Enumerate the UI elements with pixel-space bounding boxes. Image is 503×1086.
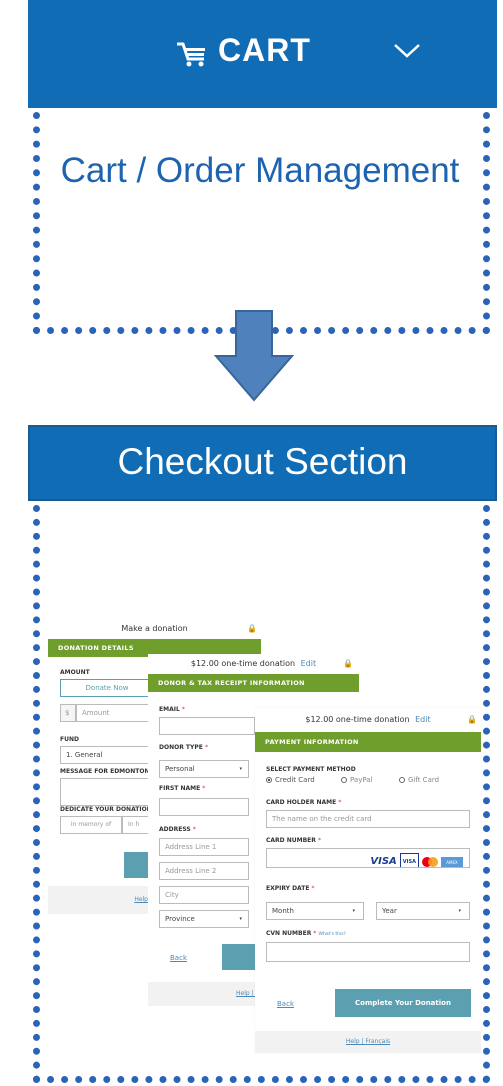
mastercard-logo <box>422 857 438 867</box>
card-number-label: CARD NUMBER * <box>266 837 321 844</box>
back-link[interactable]: Back <box>277 1000 294 1008</box>
donation-details-form-lower: DEDICATE YOUR DONATION In memory of In h… <box>48 806 152 916</box>
cvn-input[interactable] <box>266 942 470 962</box>
radio-selected-icon <box>266 777 272 783</box>
required-mark: * <box>313 930 317 937</box>
province-value: Province <box>165 915 195 923</box>
amex-logo: AMEX <box>441 856 463 867</box>
chevron-down-icon[interactable] <box>393 42 421 65</box>
address-line2-input[interactable]: Address Line 2 <box>159 862 249 880</box>
select-arrow-icon: ▾ <box>458 908 461 914</box>
lock-icon: 🔒 <box>247 624 257 633</box>
currency-symbol: $ <box>60 704 76 722</box>
expiry-month-select[interactable]: Month ▾ <box>266 902 364 920</box>
required-mark: * <box>192 826 196 833</box>
fund-label: FUND <box>60 736 79 743</box>
first-name-label-text: FIRST NAME <box>159 785 201 792</box>
first-name-label: FIRST NAME * <box>159 785 205 792</box>
form-header: Make a donation <box>121 624 188 633</box>
donor-type-label: DONOR TYPE * <box>159 744 208 751</box>
edit-link[interactable]: Edit <box>415 715 431 724</box>
shopping-cart-icon <box>176 42 208 73</box>
expiry-label-text: EXPIRY DATE <box>266 885 310 892</box>
donor-type-select[interactable]: Personal ▾ <box>159 760 249 778</box>
checkout-section-title: Checkout Section <box>117 441 408 482</box>
expiry-year-select[interactable]: Year ▾ <box>376 902 470 920</box>
first-name-input[interactable] <box>159 798 249 816</box>
amount-input[interactable]: Amount <box>76 704 154 722</box>
city-input[interactable]: City <box>159 886 249 904</box>
radio-paypal[interactable]: PayPal <box>341 776 372 784</box>
select-arrow-icon: ▾ <box>352 908 355 914</box>
required-mark: * <box>311 885 315 892</box>
payment-form: $12.00 one-time donation Edit 🔒 PAYMENT … <box>255 708 481 1053</box>
required-mark: * <box>202 785 206 792</box>
complete-donation-button[interactable]: Complete Your Donation <box>335 989 471 1017</box>
card-holder-label-text: CARD HOLDER NAME <box>266 799 337 806</box>
fund-select[interactable]: 1. General <box>60 746 160 764</box>
amount-label: AMOUNT <box>60 669 90 676</box>
dedicate-label: DEDICATE YOUR DONATION <box>60 806 152 813</box>
cart-header-bar[interactable]: CART <box>28 0 497 108</box>
visa-debit-logo: VISA <box>399 853 419 867</box>
form-header: $12.00 one-time donation Edit <box>148 654 359 674</box>
cvn-help-link[interactable]: What's this? <box>319 932 346 937</box>
card-holder-label: CARD HOLDER NAME * <box>266 799 341 806</box>
cvn-label-text: CVN NUMBER <box>266 930 312 937</box>
checkout-section-header: Checkout Section <box>28 425 497 501</box>
radio-icon <box>399 777 405 783</box>
donate-now-button[interactable]: Donate Now <box>60 679 154 697</box>
month-value: Month <box>272 907 294 915</box>
section-title: DONOR & TAX RECEIPT INFORMATION <box>148 674 359 692</box>
address-label: ADDRESS * <box>159 826 196 833</box>
card-logos: VISA VISA AMEX <box>370 853 463 867</box>
form-header: $12.00 one-time donation Edit <box>255 708 481 732</box>
required-mark: * <box>204 744 208 751</box>
donation-summary: $12.00 one-time donation <box>305 715 410 724</box>
card-number-input[interactable]: VISA VISA AMEX <box>266 848 470 868</box>
donation-summary: $12.00 one-time donation <box>190 659 296 668</box>
donor-type-value: Personal <box>165 765 195 773</box>
in-memory-of-button[interactable]: In memory of <box>60 816 122 834</box>
radio-credit-card[interactable]: Credit Card <box>266 776 315 784</box>
visa-logo: VISA <box>370 856 397 867</box>
expiry-label: EXPIRY DATE * <box>266 885 315 892</box>
card-number-label-text: CARD NUMBER <box>266 837 316 844</box>
province-select[interactable]: Province ▾ <box>159 910 249 928</box>
cart-box-title: Cart / Order Management <box>60 151 460 190</box>
select-arrow-icon: ▾ <box>239 916 242 922</box>
message-textarea[interactable] <box>60 778 160 806</box>
card-holder-input[interactable]: The name on the credit card <box>266 810 470 828</box>
donor-type-label-text: DONOR TYPE <box>159 744 203 751</box>
radio-label: Gift Card <box>408 776 440 784</box>
address-line1-input[interactable]: Address Line 1 <box>159 838 249 856</box>
cvn-label: CVN NUMBER * What's this? <box>266 930 346 937</box>
help-link[interactable]: Help <box>48 886 152 914</box>
message-label: MESSAGE FOR EDMONTON'S <box>60 768 156 775</box>
cart-management-box <box>33 112 490 334</box>
edit-link[interactable]: Edit <box>301 659 317 668</box>
required-mark: * <box>338 799 342 806</box>
address-label-text: ADDRESS <box>159 826 191 833</box>
down-arrow-icon <box>214 310 294 402</box>
radio-icon <box>341 777 347 783</box>
section-title: PAYMENT INFORMATION <box>255 732 481 752</box>
payment-method-label: SELECT PAYMENT METHOD <box>266 766 356 773</box>
lock-icon: 🔒 <box>467 715 477 724</box>
radio-label: Credit Card <box>275 776 315 784</box>
select-arrow-icon: ▾ <box>239 766 242 772</box>
back-link[interactable]: Back <box>170 954 187 962</box>
radio-label: PayPal <box>350 776 373 784</box>
required-mark: * <box>181 706 185 713</box>
year-value: Year <box>382 907 397 915</box>
help-francais-link[interactable]: Help | Français <box>255 1031 481 1053</box>
email-label-text: EMAIL <box>159 706 180 713</box>
email-label: EMAIL * <box>159 706 185 713</box>
email-input[interactable] <box>159 717 255 735</box>
radio-gift-card[interactable]: Gift Card <box>399 776 439 784</box>
lock-icon: 🔒 <box>343 659 353 668</box>
cart-label: CART <box>218 32 311 68</box>
required-mark: * <box>318 837 321 844</box>
